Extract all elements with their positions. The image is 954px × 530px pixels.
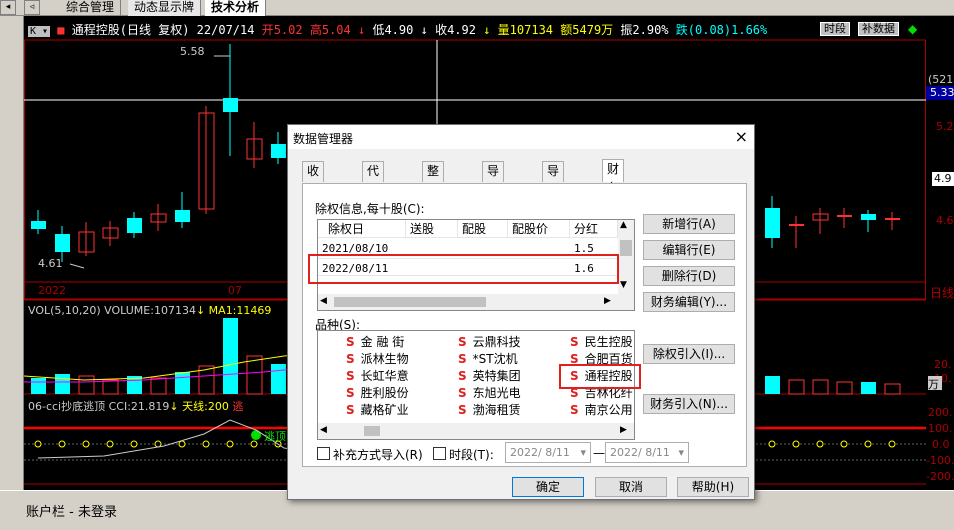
rights-table-header: 除权日 送股 配股 配股价 分红 bbox=[318, 220, 618, 238]
cci-indicator-line: 06-cci抄底逃顶 CCI:21.819↓ 天线:200 逃 bbox=[28, 400, 244, 413]
chart-menu-icon[interactable]: K ▾ bbox=[28, 26, 51, 37]
stock-marker-icon: ■ bbox=[57, 23, 65, 37]
list-item[interactable]: S金 融 街 bbox=[346, 333, 404, 350]
data-manager-dialog: 数据管理器 × 收盘清盘 代码对照 整理数据 导出数据 导入数据 财务除权 除权… bbox=[287, 124, 755, 500]
close-icon[interactable]: × bbox=[735, 127, 748, 146]
col-date[interactable]: 除权日 bbox=[318, 220, 406, 238]
rights-table-hscrollbar[interactable]: ◀ ▶ bbox=[318, 294, 634, 310]
dialog-titlebar[interactable]: 数据管理器 × bbox=[288, 125, 754, 149]
tab-dynamic-board[interactable]: 动态显示牌 bbox=[128, 0, 202, 16]
cancel-button[interactable]: 取消 bbox=[595, 477, 667, 497]
help-button[interactable]: 帮助(H) bbox=[677, 477, 749, 497]
chart-volume: 量107134 bbox=[497, 23, 554, 37]
financial-rights-panel: 除权信息,每十股(C): 除权日 送股 配股 配股价 分红 2021/08/10… bbox=[302, 183, 747, 467]
financial-edit-button[interactable]: 财务编辑(Y)... bbox=[643, 292, 735, 312]
chart-amplitude: 振2.90% bbox=[620, 23, 669, 37]
tab-export-data[interactable]: 导出数据 bbox=[482, 161, 505, 235]
right-price-axis: (521 5.33 5.2 4.9 4.6 日线 20. 10. 万 200. … bbox=[926, 16, 954, 490]
rights-table-vscrollbar[interactable]: ▲ ▼ bbox=[618, 220, 634, 294]
edit-row-button[interactable]: 编辑行(E) bbox=[643, 240, 735, 260]
chart-stock-title: 通程控股(日线 复权) 22/07/14 bbox=[71, 23, 255, 37]
period-checkbox[interactable] bbox=[433, 447, 446, 460]
tab-scroll-right-icon[interactable]: ◃ bbox=[24, 0, 40, 15]
list-item[interactable]: S 长虹华意 bbox=[346, 367, 409, 384]
period-label: 时段(T): bbox=[449, 448, 494, 462]
new-row-button[interactable]: 新增行(A) bbox=[643, 214, 735, 234]
fill-data-button[interactable]: 补数据 bbox=[858, 22, 899, 36]
left-side-panel bbox=[0, 16, 24, 490]
list-item[interactable]: S *ST沈机 bbox=[458, 350, 518, 367]
list-item[interactable]: S 胜利股份 bbox=[346, 384, 409, 401]
supplement-import-label: 补充方式导入(R) bbox=[333, 448, 423, 462]
list-item[interactable]: S 民生控股 bbox=[570, 333, 633, 350]
tab-overview[interactable]: 综合管理 bbox=[60, 0, 122, 16]
highlight-box-stock bbox=[559, 364, 641, 389]
tab-import-data[interactable]: 导入数据 bbox=[542, 161, 565, 235]
escape-top-marker: 逃顶 bbox=[264, 430, 286, 443]
top-tab-bar: ◂ ◃ 综合管理 动态显示牌 技术分析 bbox=[0, 0, 954, 16]
list-item[interactable]: S 东旭光电 bbox=[458, 384, 521, 401]
ok-button[interactable]: 确定 bbox=[512, 477, 584, 497]
chart-close: 收4.92 bbox=[435, 23, 476, 37]
high-price-label: 5.58 bbox=[180, 45, 205, 58]
account-status-text: 账户栏 - 未登录 bbox=[26, 505, 117, 520]
chart-change: 跌(0.08)1.66% bbox=[675, 23, 768, 37]
list-item[interactable]: S 渤海租赁 bbox=[458, 401, 521, 418]
green-diamond-icon[interactable]: ◆ bbox=[908, 22, 917, 36]
col-allot-price[interactable]: 配股价 bbox=[508, 220, 570, 238]
col-dividend[interactable]: 分红 bbox=[570, 220, 618, 238]
year-axis-label: 2022 bbox=[38, 284, 66, 297]
chart-high: 高5.04 bbox=[309, 23, 351, 37]
rights-import-button[interactable]: 除权引入(I)... bbox=[643, 344, 735, 364]
tab-technical-analysis[interactable]: 技术分析 bbox=[205, 0, 267, 16]
volume-indicator-line: VOL(5,10,20) VOLUME:107134↓ MA1:11469 bbox=[28, 304, 272, 317]
list-item[interactable]: S 藏格矿业 bbox=[346, 401, 409, 418]
list-item[interactable]: S 英特集团 bbox=[458, 367, 521, 384]
list-item[interactable]: S 云鼎科技 bbox=[458, 333, 521, 350]
tab-close-clear[interactable]: 收盘清盘 bbox=[302, 161, 325, 235]
chart-low: 低4.90 bbox=[372, 23, 414, 37]
chart-amount: 额5479万 bbox=[560, 23, 614, 37]
list-item[interactable]: S 派林生物 bbox=[346, 350, 409, 367]
low-price-label: 4.61 bbox=[38, 257, 63, 270]
tab-code-mapping[interactable]: 代码对照 bbox=[362, 161, 385, 235]
highlight-box-row bbox=[308, 254, 619, 284]
tab-scroll-left-icon[interactable]: ◂ bbox=[0, 0, 16, 15]
rights-info-label: 除权信息,每十股(C): bbox=[315, 202, 425, 216]
chart-header-line: K ▾ ■ 通程控股(日线 复权) 22/07/14 开5.02 高5.04 ↓… bbox=[28, 23, 768, 37]
stock-list-hscrollbar[interactable]: ◀ ▶ bbox=[318, 423, 634, 439]
dialog-title: 数据管理器 bbox=[293, 132, 354, 146]
list-item[interactable]: S 南京公用 bbox=[570, 401, 633, 418]
delete-row-button[interactable]: 删除行(D) bbox=[643, 266, 735, 286]
date-from-picker[interactable]: 2022/ 8/11 ▾ bbox=[505, 442, 591, 463]
chart-open: 开5.02 bbox=[261, 23, 303, 37]
tab-financial-rights[interactable]: 财务除权 bbox=[602, 159, 625, 233]
col-bonus-shares[interactable]: 送股 bbox=[406, 220, 458, 238]
col-allotment[interactable]: 配股 bbox=[458, 220, 508, 238]
period-button[interactable]: 时段 bbox=[820, 22, 850, 36]
date-to-picker[interactable]: 2022/ 8/11 ▾ bbox=[605, 442, 689, 463]
tab-organize-data[interactable]: 整理数据 bbox=[422, 161, 445, 235]
supplement-import-checkbox[interactable] bbox=[317, 447, 330, 460]
month-axis-label: 07 bbox=[228, 284, 242, 297]
financial-import-button[interactable]: 财务引入(N)... bbox=[643, 394, 735, 414]
